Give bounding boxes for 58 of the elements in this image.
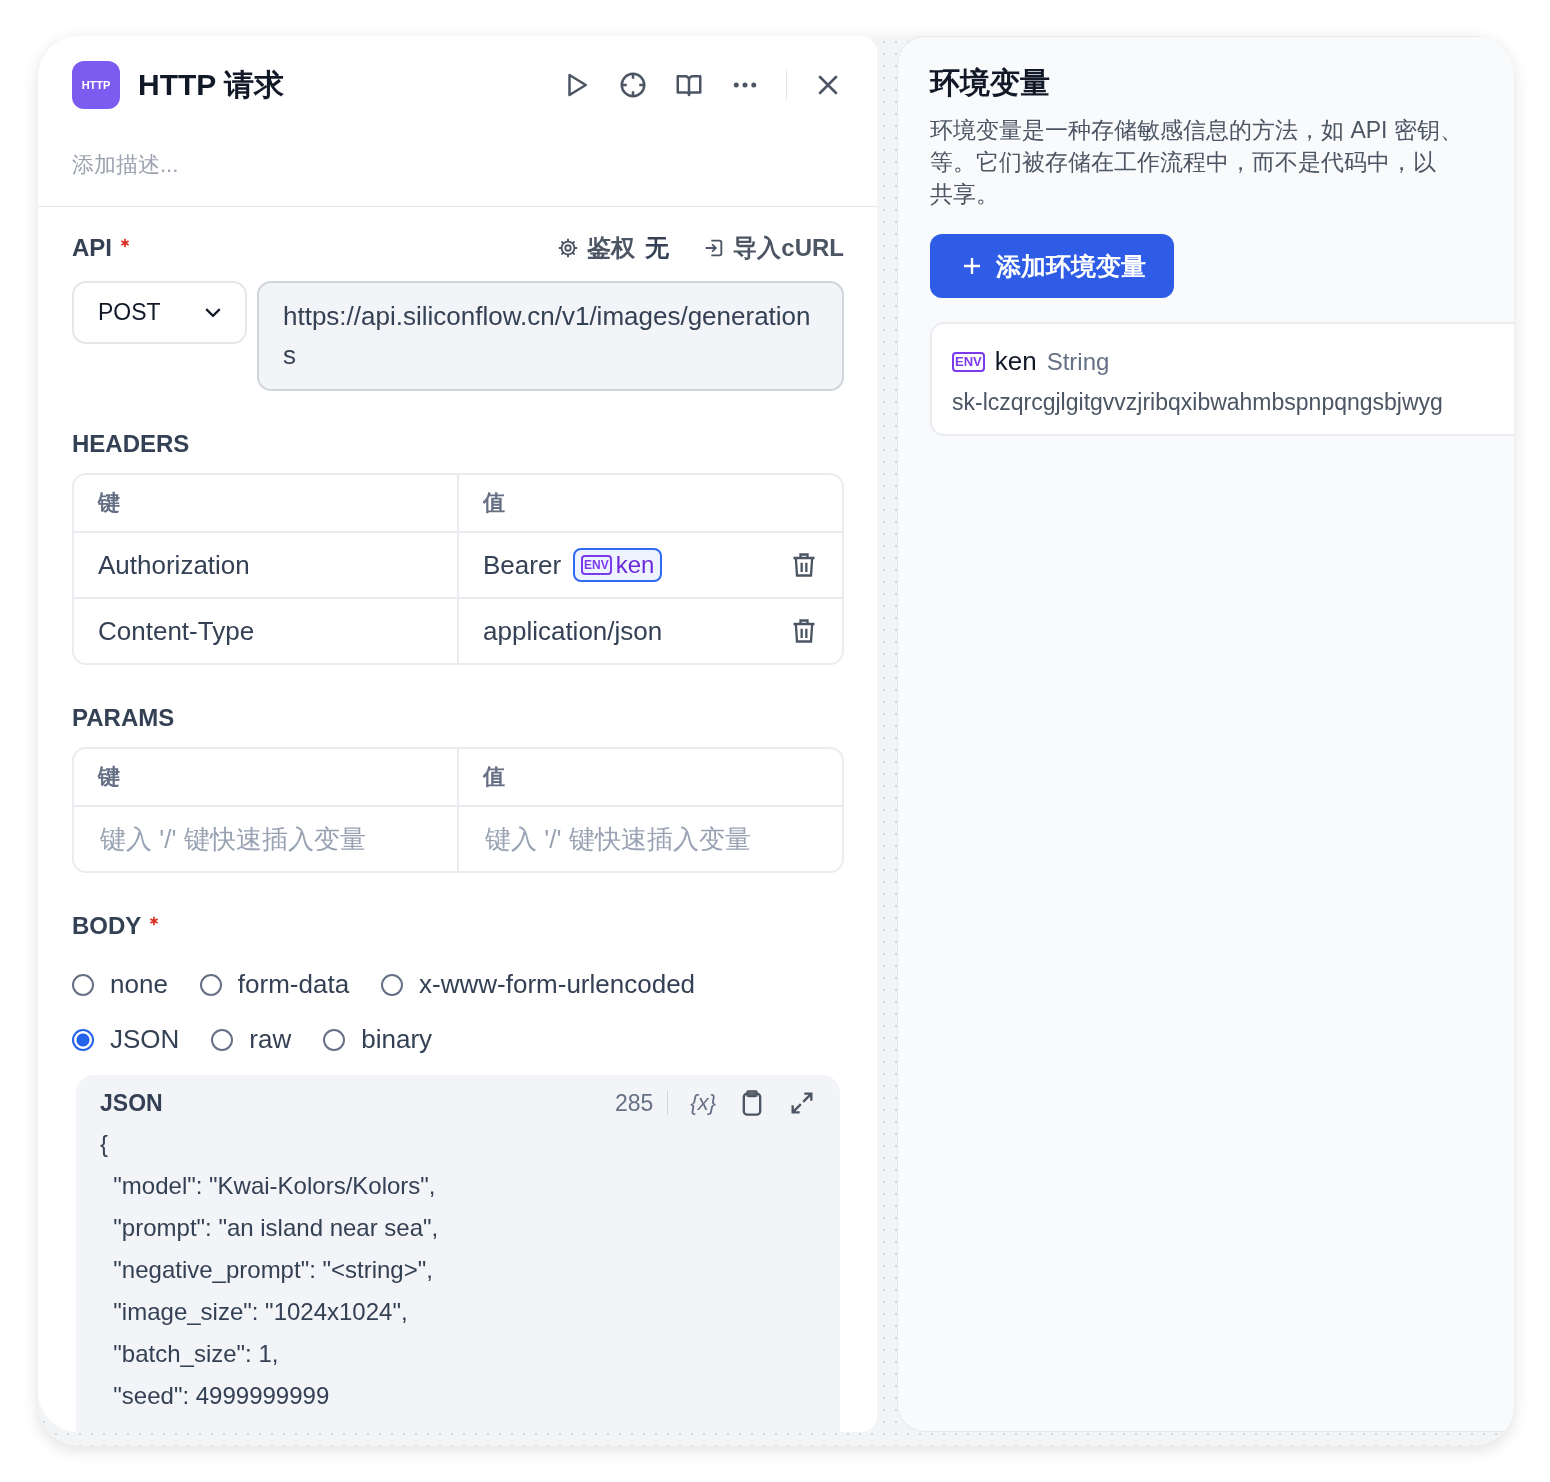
node-title: HTTP 请求 — [138, 66, 285, 103]
variable-value: sk-lczqrcgjlgitgvvzjribqxibwahmbspnpqngsbjwyg — [952, 389, 1444, 416]
crosshair-icon[interactable] — [618, 70, 648, 100]
table-cell[interactable]: Content-Type — [74, 599, 457, 663]
character-count: 285 — [614, 1089, 654, 1117]
variable-card[interactable]: ENV ken String sk-lczqrcgjlgitgvvzjribqxibwahmbspnpqngsbjwyg — [930, 322, 1514, 436]
column-header: 键 — [96, 489, 121, 517]
url-field[interactable]: https://api.siliconflow.cn/v1/images/generations — [257, 281, 844, 391]
radio-label[interactable]: raw — [249, 1024, 292, 1055]
gear-icon[interactable] — [557, 237, 580, 259]
value-input[interactable]: 键入 '/' 键快速插入变量 — [483, 822, 818, 856]
variable-name: ken — [994, 346, 1037, 377]
description-line: 环境变量是一种存储敏感信息的方法，如 API 密钥、 — [930, 116, 1464, 145]
add-variable-button[interactable]: 添加环境变量 — [930, 234, 1174, 298]
code-line: "image_size": "1024x1024", — [112, 1297, 409, 1327]
column-header: 键 — [96, 763, 121, 791]
section-label: PARAMS — [72, 704, 175, 732]
radio-button[interactable] — [381, 973, 404, 996]
column-header: 值 — [457, 749, 842, 805]
radio-button[interactable] — [72, 1028, 94, 1051]
http-logo-icon: HTTP — [72, 61, 120, 109]
editor-title: JSON — [100, 1089, 163, 1117]
key-input[interactable]: 键入 '/' 键快速插入变量 — [98, 822, 433, 856]
description-line: 等。它们被存储在工作流程中，而不是代码中，以 — [930, 148, 1437, 177]
code-line: { — [100, 1129, 109, 1159]
panel-title: 环境变量 — [930, 65, 1051, 101]
radio-label[interactable]: form-data — [237, 969, 350, 1000]
radio-label[interactable]: none — [110, 969, 168, 1000]
radio-label[interactable]: JSON — [110, 1024, 180, 1055]
env-badge-icon: ENV — [952, 351, 985, 372]
code-line: "negative_prompt": "<string>", — [112, 1255, 434, 1285]
radio-label[interactable]: binary — [361, 1024, 433, 1055]
section-label: BODY — [72, 912, 142, 940]
auth-label[interactable]: 鉴权 — [587, 232, 636, 264]
table-cell[interactable]: application/json — [483, 615, 663, 647]
column-header: 值 — [457, 475, 842, 531]
code-editor[interactable]: JSON 285 {x} { "model": "Kwai-Kolors/Kolors", "prompt": "an island near sea", "negative_prompt": "<string>", "image_size": "1024x1024", "batch_size": 1, "seed": 4999999999 — [76, 1075, 840, 1432]
description-line: 共享。 — [930, 180, 1000, 209]
auth-value[interactable]: 无 — [645, 232, 670, 264]
code-line: "seed": 4999999999 — [112, 1381, 331, 1411]
table-cell[interactable]: Bearer — [483, 549, 562, 581]
chevron-down-icon — [205, 308, 221, 317]
insert-variable-button[interactable]: {x} — [690, 1090, 716, 1116]
radio-button[interactable] — [323, 1028, 346, 1051]
table-cell[interactable]: Authorization — [74, 533, 457, 597]
code-line: "batch_size": 1, — [112, 1339, 280, 1369]
method-select[interactable]: POST — [72, 281, 247, 344]
code-line: "model": "Kwai-Kolors/Kolors", — [112, 1171, 437, 1201]
import-curl-link[interactable]: 导入cURL — [733, 232, 844, 264]
radio-button[interactable] — [72, 973, 94, 996]
code-line: "prompt": "an island near sea", — [112, 1213, 440, 1243]
variable-type: String — [1046, 347, 1110, 376]
variable-chip[interactable]: ENV ken — [573, 548, 663, 582]
radio-button[interactable] — [199, 973, 222, 996]
radio-button[interactable] — [211, 1028, 234, 1051]
radio-label[interactable]: x-www-form-urlencoded — [419, 969, 696, 1000]
section-label: API — [72, 234, 112, 262]
section-label: HEADERS — [72, 430, 190, 458]
